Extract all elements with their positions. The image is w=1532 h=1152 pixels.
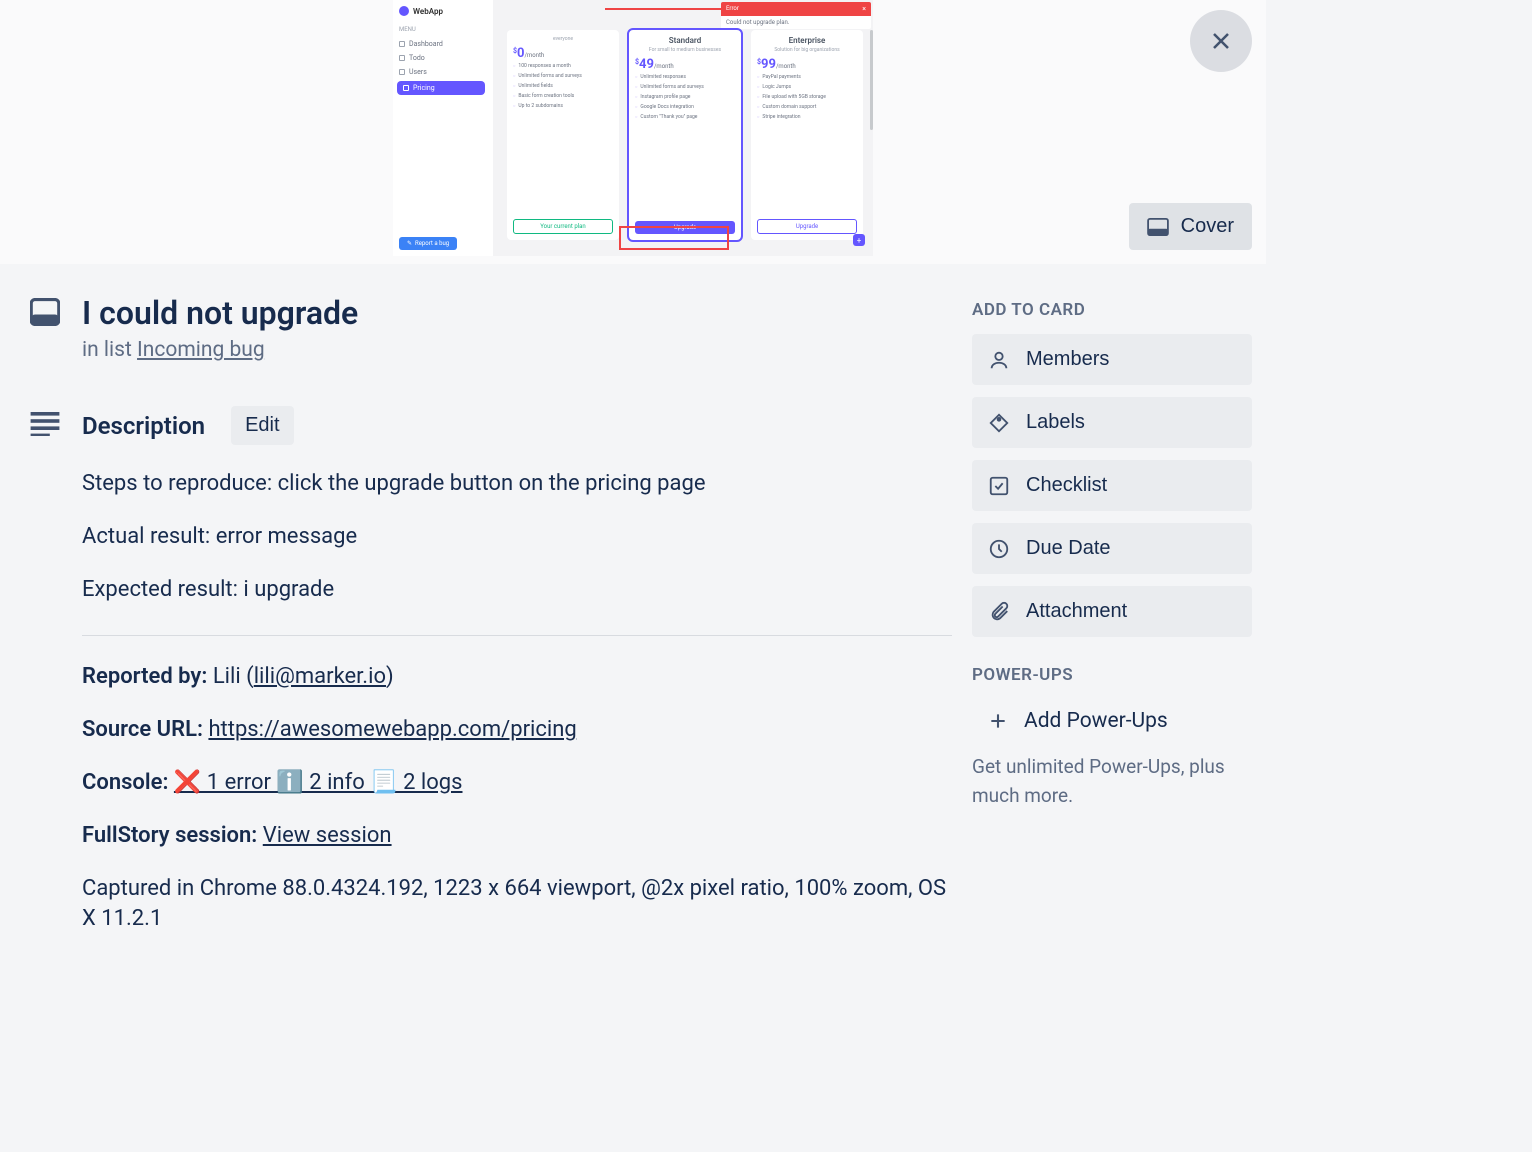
members-label: Members (1026, 348, 1109, 371)
labels-label: Labels (1026, 411, 1085, 434)
cover-button-label: Cover (1181, 215, 1234, 238)
desc-source-url: Source URL: https://awesomewebapp.com/pr… (82, 715, 952, 746)
desc-fullstory: FullStory session: View session (82, 821, 952, 852)
attachment-button[interactable]: Attachment (972, 586, 1252, 637)
desc-expected: Expected result: i upgrade (82, 575, 952, 606)
cover-area: WebApp MENU Dashboard Todo Users Pricing… (0, 0, 1266, 264)
close-icon (1209, 29, 1233, 53)
check-icon (988, 475, 1010, 497)
cover-button[interactable]: Cover (1129, 203, 1252, 250)
source-url-link[interactable]: https://awesomewebapp.com/pricing (208, 717, 576, 742)
divider (82, 635, 952, 636)
desc-console: Console: ❌ 1 error ℹ️ 2 info 📃 2 logs (82, 768, 952, 799)
add-powerups-button[interactable]: Add Power-Ups (972, 699, 1252, 743)
card-list-location: in list Incoming bug (82, 338, 358, 362)
clip-icon (988, 601, 1010, 623)
desc-steps: Steps to reproduce: click the upgrade bu… (82, 469, 952, 500)
cover-app-name: WebApp (413, 7, 443, 16)
powerups-subtext: Get unlimited Power-Ups, plus much more. (972, 753, 1252, 810)
tag-icon (988, 412, 1010, 434)
attachment-label: Attachment (1026, 600, 1127, 623)
desc-reported-by: Reported by: Lili (lili@marker.io) (82, 662, 952, 693)
plus-icon (988, 711, 1008, 731)
desc-captured: Captured in Chrome 88.0.4324.192, 1223 x… (82, 874, 952, 936)
clock-icon (988, 538, 1010, 560)
add-powerups-label: Add Power-Ups (1024, 709, 1168, 733)
card-icon (30, 294, 60, 330)
description-heading: Description (82, 412, 205, 440)
labels-button[interactable]: Labels (972, 397, 1252, 448)
cover-icon (1147, 218, 1169, 236)
powerups-header: POWER-UPS (972, 665, 1252, 685)
cover-menu-label: MENU (393, 22, 489, 37)
fullstory-link[interactable]: View session (263, 823, 392, 848)
edit-description-button[interactable]: Edit (231, 406, 293, 445)
desc-actual: Actual result: error message (82, 522, 952, 553)
cover-error-toast: Error× Could not upgrade plan. (721, 2, 871, 29)
user-icon (988, 349, 1010, 371)
due-date-label: Due Date (1026, 537, 1111, 560)
close-button[interactable] (1190, 10, 1252, 72)
description-body[interactable]: Steps to reproduce: click the upgrade bu… (30, 469, 952, 935)
annotation-highlight (619, 226, 729, 250)
reporter-email-link[interactable]: lili@marker.io (254, 664, 386, 689)
add-to-card-header: ADD TO CARD (972, 300, 1252, 320)
members-button[interactable]: Members (972, 334, 1252, 385)
list-link[interactable]: Incoming bug (137, 338, 265, 362)
description-icon (30, 412, 60, 440)
console-link[interactable]: ❌ 1 error ℹ️ 2 info 📃 2 logs (174, 770, 463, 795)
checklist-label: Checklist (1026, 474, 1107, 497)
due-date-button[interactable]: Due Date (972, 523, 1252, 574)
card-title[interactable]: I could not upgrade (82, 294, 358, 332)
cover-image[interactable]: WebApp MENU Dashboard Todo Users Pricing… (393, 0, 873, 256)
checklist-button[interactable]: Checklist (972, 460, 1252, 511)
